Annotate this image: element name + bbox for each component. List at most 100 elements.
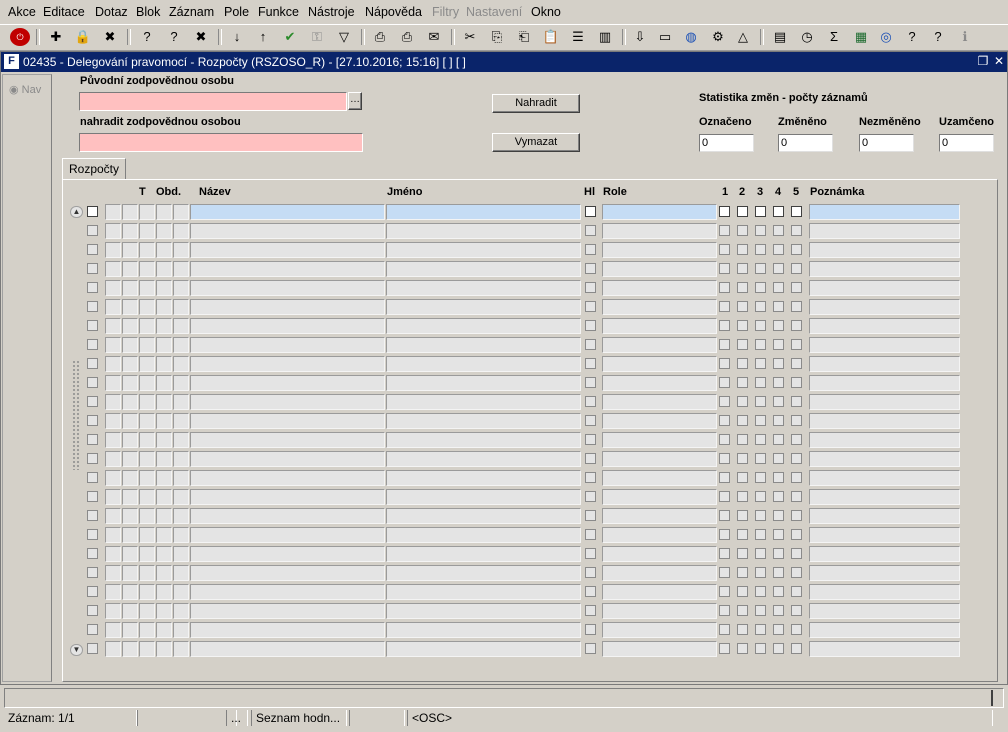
flag4-checkbox[interactable] — [773, 510, 784, 521]
flag5-checkbox[interactable] — [791, 225, 802, 236]
cell-col-a[interactable] — [105, 223, 121, 239]
flag1-checkbox[interactable] — [719, 586, 730, 597]
flag3-checkbox[interactable] — [755, 282, 766, 293]
cell-jmeno[interactable] — [386, 489, 581, 505]
flag4-checkbox[interactable] — [773, 377, 784, 388]
cell-col-a[interactable] — [105, 527, 121, 543]
cell-col-b[interactable] — [122, 603, 138, 619]
excel-icon[interactable]: ▦ — [851, 28, 871, 46]
cell-poznamka[interactable] — [809, 451, 960, 467]
mail-icon[interactable]: ✉ — [424, 28, 444, 46]
settings-icon[interactable]: ⚙ — [708, 28, 728, 46]
menu-filtry[interactable]: Filtry — [429, 0, 462, 24]
flag2-checkbox[interactable] — [737, 244, 748, 255]
cell-nazev[interactable] — [190, 242, 385, 258]
ie-icon[interactable]: ◎ — [876, 28, 896, 46]
flag1-checkbox[interactable] — [719, 624, 730, 635]
cell-jmeno[interactable] — [386, 508, 581, 524]
flag2-checkbox[interactable] — [737, 339, 748, 350]
row-select-checkbox[interactable] — [87, 510, 98, 521]
replace-person-input[interactable] — [79, 133, 363, 152]
cell-jmeno[interactable] — [386, 451, 581, 467]
list-icon[interactable]: ☰ — [568, 28, 588, 46]
cell-obd[interactable] — [156, 508, 172, 524]
menu-blok[interactable]: Blok — [133, 0, 163, 24]
menu-napoveda[interactable]: Nápověda — [362, 0, 425, 24]
cell-t[interactable] — [139, 508, 155, 524]
cell-obd[interactable] — [156, 489, 172, 505]
cell-jmeno[interactable] — [386, 318, 581, 334]
cell-col-b[interactable] — [122, 223, 138, 239]
cell-col-a[interactable] — [105, 299, 121, 315]
cell-role[interactable] — [602, 546, 717, 562]
query-cancel-icon[interactable]: ✖ — [191, 28, 211, 46]
flag2-checkbox[interactable] — [737, 586, 748, 597]
cell-obd[interactable] — [156, 394, 172, 410]
cell-t[interactable] — [139, 546, 155, 562]
cell-obd[interactable] — [156, 280, 172, 296]
flag5-checkbox[interactable] — [791, 643, 802, 654]
cell-jmeno[interactable] — [386, 584, 581, 600]
flag1-checkbox[interactable] — [719, 396, 730, 407]
flag2-checkbox[interactable] — [737, 282, 748, 293]
cell-col-e[interactable] — [173, 584, 189, 600]
menu-akce[interactable]: Akce — [5, 0, 39, 24]
row-select-checkbox[interactable] — [87, 396, 98, 407]
cell-obd[interactable] — [156, 622, 172, 638]
cell-jmeno[interactable] — [386, 394, 581, 410]
help-icon[interactable]: ? — [902, 28, 922, 46]
cell-poznamka[interactable] — [809, 394, 960, 410]
cell-obd[interactable] — [156, 470, 172, 486]
cell-nazev[interactable] — [190, 318, 385, 334]
cell-t[interactable] — [139, 356, 155, 372]
cell-role[interactable] — [602, 527, 717, 543]
cell-obd[interactable] — [156, 337, 172, 353]
row-select-checkbox[interactable] — [87, 624, 98, 635]
cell-role[interactable] — [602, 204, 717, 220]
cell-poznamka[interactable] — [809, 641, 960, 657]
flag5-checkbox[interactable] — [791, 472, 802, 483]
flag3-checkbox[interactable] — [755, 491, 766, 502]
flag3-checkbox[interactable] — [755, 225, 766, 236]
cell-poznamka[interactable] — [809, 375, 960, 391]
cell-col-b[interactable] — [122, 432, 138, 448]
flag1-checkbox[interactable] — [719, 605, 730, 616]
flag5-checkbox[interactable] — [791, 244, 802, 255]
cell-poznamka[interactable] — [809, 470, 960, 486]
cell-nazev[interactable] — [190, 261, 385, 277]
row-select-checkbox[interactable] — [87, 434, 98, 445]
row-select-checkbox[interactable] — [87, 415, 98, 426]
close-icon[interactable]: ✕ — [992, 54, 1006, 68]
cell-col-b[interactable] — [122, 394, 138, 410]
hl-checkbox[interactable] — [585, 434, 596, 445]
flag5-checkbox[interactable] — [791, 453, 802, 464]
cell-poznamka[interactable] — [809, 242, 960, 258]
flag4-checkbox[interactable] — [773, 225, 784, 236]
cell-col-e[interactable] — [173, 451, 189, 467]
cell-t[interactable] — [139, 527, 155, 543]
hl-checkbox[interactable] — [585, 491, 596, 502]
cell-jmeno[interactable] — [386, 565, 581, 581]
cell-nazev[interactable] — [190, 337, 385, 353]
flag5-checkbox[interactable] — [791, 206, 802, 217]
flag4-checkbox[interactable] — [773, 605, 784, 616]
flag5-checkbox[interactable] — [791, 510, 802, 521]
cell-col-b[interactable] — [122, 413, 138, 429]
hl-checkbox[interactable] — [585, 377, 596, 388]
cell-poznamka[interactable] — [809, 204, 960, 220]
restore-icon[interactable]: ❐ — [976, 54, 990, 68]
flag3-checkbox[interactable] — [755, 358, 766, 369]
cell-col-a[interactable] — [105, 413, 121, 429]
hl-checkbox[interactable] — [585, 529, 596, 540]
flag5-checkbox[interactable] — [791, 434, 802, 445]
cell-col-a[interactable] — [105, 622, 121, 638]
clear-button[interactable]: Vymazat — [492, 133, 580, 152]
row-select-checkbox[interactable] — [87, 244, 98, 255]
flag5-checkbox[interactable] — [791, 586, 802, 597]
flag4-checkbox[interactable] — [773, 301, 784, 312]
cell-t[interactable] — [139, 261, 155, 277]
cell-col-b[interactable] — [122, 356, 138, 372]
stat-value-field[interactable] — [939, 134, 994, 152]
cell-nazev[interactable] — [190, 622, 385, 638]
cell-poznamka[interactable] — [809, 261, 960, 277]
